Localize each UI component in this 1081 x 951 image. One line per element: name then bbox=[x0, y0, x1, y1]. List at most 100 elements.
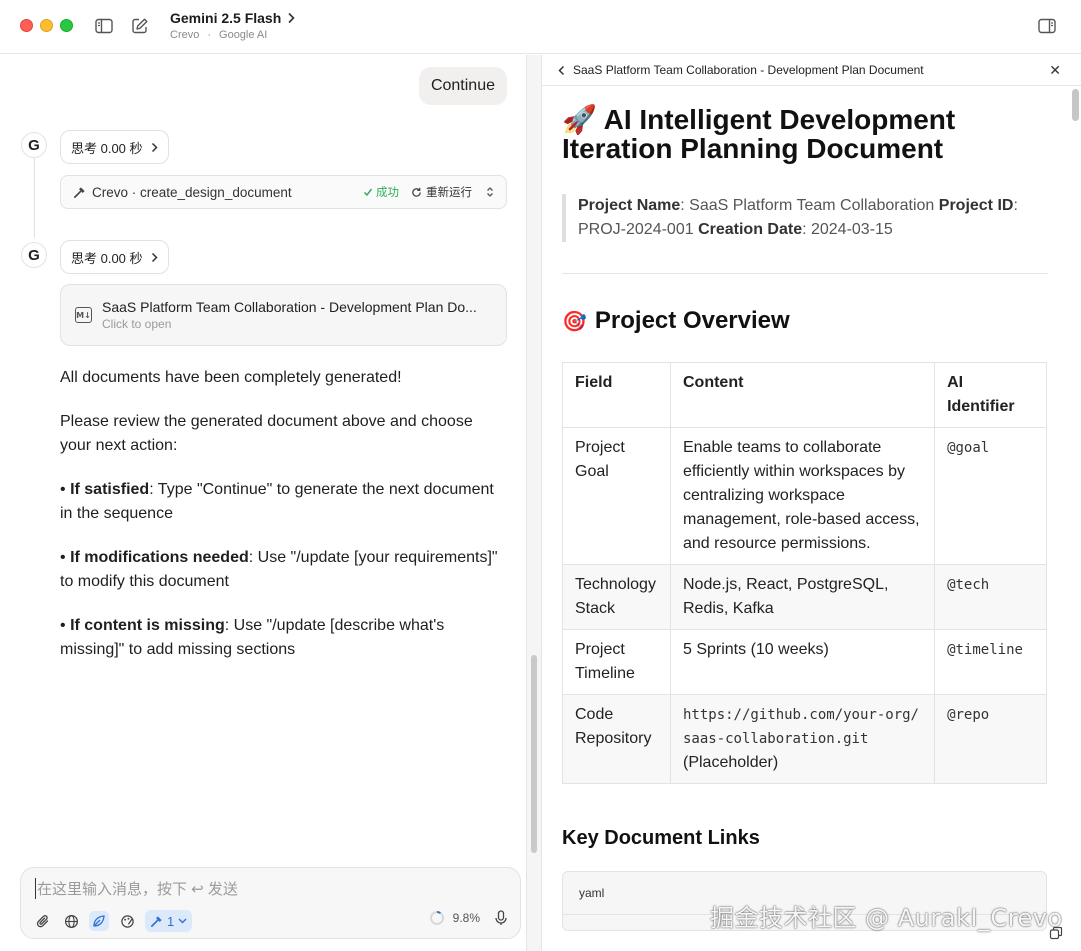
tools-selector[interactable]: 1 bbox=[145, 910, 193, 932]
project-overview-table: Field Content AI Identifier Project Goal… bbox=[562, 362, 1047, 784]
table-cell: Code Repository bbox=[562, 694, 671, 784]
rerun-button[interactable]: 重新运行 bbox=[411, 184, 472, 200]
table-cell-code: @repo bbox=[934, 694, 1047, 784]
provider-app: Crevo bbox=[170, 29, 200, 41]
provider-name: Google AI bbox=[219, 29, 268, 41]
rerun-label: 重新运行 bbox=[426, 187, 472, 199]
repo-url-note: (Placeholder) bbox=[682, 754, 779, 771]
hammer-icon bbox=[151, 915, 162, 927]
user-message-bubble: Continue bbox=[418, 67, 507, 105]
document-title-text: AI Intelligent Development Iteration Pla… bbox=[562, 104, 956, 164]
table-cell-code: @timeline bbox=[934, 629, 1047, 695]
composer-toolbar: 1 bbox=[33, 910, 193, 932]
table-header-cell: Field bbox=[562, 362, 671, 428]
gemini-avatar: G bbox=[21, 242, 47, 268]
reply-paragraph: Please review the generated document abo… bbox=[60, 413, 473, 454]
message-composer[interactable]: 在这里输入消息，按下 ↩ 发送 1 9.8% bbox=[20, 867, 521, 939]
markdown-icon: M↓ bbox=[75, 307, 92, 323]
watermark: 掘金技术社区 @ AurakI_Crevo bbox=[710, 904, 1063, 932]
document-card[interactable]: M↓ SaaS Platform Team Collaboration - De… bbox=[60, 284, 507, 346]
meta-value: : SaaS Platform Team Collaboration bbox=[680, 197, 939, 214]
table-cell: 5 Sprints (10 weeks) bbox=[669, 629, 936, 695]
target-icon: 🎯 bbox=[562, 310, 587, 333]
tool-call-label: Crevo · create_design_document bbox=[92, 184, 292, 200]
bullet-label: If content is missing bbox=[70, 617, 225, 634]
subsection-heading: Key Document Links bbox=[562, 827, 760, 849]
meta-label: Project ID bbox=[938, 197, 1014, 214]
bullet-label: If satisfied bbox=[70, 481, 150, 498]
table-row: Project Timeline 5 Sprints (10 weeks) @t… bbox=[562, 629, 1047, 695]
section-heading-text: Project Overview bbox=[594, 307, 790, 334]
horizontal-rule bbox=[562, 273, 1048, 274]
meta-label: Project Name bbox=[578, 197, 681, 214]
code-language-label: yaml bbox=[579, 886, 605, 900]
refresh-icon bbox=[412, 187, 421, 197]
check-icon bbox=[363, 188, 373, 197]
chat-pane: Continue G 思考 0.00 秒 Crevo · create_desi… bbox=[0, 55, 527, 951]
context-usage: 9.8% bbox=[452, 911, 480, 925]
chevron-right-icon bbox=[151, 252, 158, 262]
document-scrollbar-thumb[interactable] bbox=[1072, 89, 1079, 121]
bullet-marker: • bbox=[60, 549, 66, 566]
zoom-window-button[interactable] bbox=[60, 19, 73, 32]
sidebar-toggle-icon[interactable] bbox=[94, 16, 114, 36]
table-cell: Technology Stack bbox=[562, 564, 671, 630]
thinking-toggle[interactable]: 思考 0.00 秒 bbox=[60, 130, 169, 164]
document-card-title: SaaS Platform Team Collaboration - Devel… bbox=[102, 299, 477, 315]
thinking-label: 思考 0.00 秒 bbox=[71, 250, 143, 266]
document-card-subtitle: Click to open bbox=[102, 317, 172, 331]
table-cell: Node.js, React, PostgreSQL, Redis, Kafka bbox=[669, 564, 936, 630]
globe-icon[interactable] bbox=[61, 911, 81, 931]
pane-divider-scrollbar[interactable] bbox=[526, 55, 542, 951]
meta-value: : 2024-03-15 bbox=[802, 221, 893, 238]
tool-status-success: 成功 bbox=[363, 184, 399, 200]
tool-status-text: 成功 bbox=[376, 187, 399, 199]
table-cell: Project Goal bbox=[562, 427, 671, 565]
back-chevron-icon[interactable] bbox=[558, 65, 565, 76]
table-cell: Project Timeline bbox=[562, 629, 671, 695]
table-header-row: Field Content AI Identifier bbox=[562, 362, 1047, 428]
table-header-cell: AI Identifier bbox=[934, 362, 1047, 428]
leaf-icon[interactable] bbox=[89, 911, 109, 931]
user-message-text: Continue bbox=[430, 77, 495, 94]
bullet-marker: • bbox=[60, 617, 66, 634]
meta-label: Creation Date bbox=[698, 221, 803, 238]
bullet-label: If modifications needed bbox=[70, 549, 249, 566]
bullet-marker: • bbox=[60, 481, 66, 498]
close-icon[interactable]: ✕ bbox=[1049, 62, 1061, 79]
model-name: Gemini 2.5 Flash bbox=[170, 10, 282, 26]
table-row: Technology Stack Node.js, React, Postgre… bbox=[562, 564, 1047, 630]
chevron-right-icon bbox=[288, 12, 295, 24]
table-cell: Enable teams to collaborate efficiently … bbox=[669, 427, 936, 565]
project-meta-quote: Project Name: SaaS Platform Team Collabo… bbox=[562, 194, 1048, 242]
table-cell-code: @tech bbox=[934, 564, 1047, 630]
message-input[interactable]: 在这里输入消息，按下 ↩ 发送 bbox=[35, 878, 238, 899]
new-chat-icon[interactable] bbox=[130, 16, 150, 36]
table-header-cell: Content bbox=[669, 362, 936, 428]
palette-icon[interactable] bbox=[117, 911, 137, 931]
document-card-text: SaaS Platform Team Collaboration - Devel… bbox=[102, 299, 492, 331]
close-window-button[interactable] bbox=[20, 19, 33, 32]
document-panel-header: SaaS Platform Team Collaboration - Devel… bbox=[542, 55, 1081, 86]
composer-status: 9.8% bbox=[429, 910, 508, 926]
thread-connector bbox=[34, 158, 35, 238]
chat-scrollbar-thumb[interactable] bbox=[531, 655, 537, 853]
copy-icon[interactable] bbox=[1049, 926, 1063, 940]
table-row: Project Goal Enable teams to collaborate… bbox=[562, 427, 1047, 565]
context-progress-icon bbox=[429, 911, 444, 925]
microphone-icon[interactable] bbox=[494, 910, 508, 926]
document-title: 🚀 AI Intelligent Development Iteration P… bbox=[562, 105, 1048, 163]
model-selector[interactable]: Gemini 2.5 Flash bbox=[170, 10, 295, 26]
tool-call-card[interactable]: Crevo · create_design_document 成功 重新运行 bbox=[60, 175, 507, 209]
toggle-panel-icon[interactable] bbox=[1037, 16, 1057, 36]
hammer-icon bbox=[74, 186, 85, 198]
document-panel: SaaS Platform Team Collaboration - Devel… bbox=[542, 55, 1081, 951]
tool-call-name: Crevo · create_design_document bbox=[73, 185, 363, 200]
tools-count: 1 bbox=[167, 913, 175, 929]
minimize-window-button[interactable] bbox=[40, 19, 53, 32]
paperclip-icon[interactable] bbox=[33, 911, 53, 931]
expand-collapse-icon[interactable] bbox=[486, 186, 494, 198]
thinking-toggle[interactable]: 思考 0.00 秒 bbox=[60, 240, 169, 274]
provider-separator: · bbox=[207, 29, 212, 41]
reply-bullet: • If content is missing: Use "/update [d… bbox=[60, 614, 500, 662]
